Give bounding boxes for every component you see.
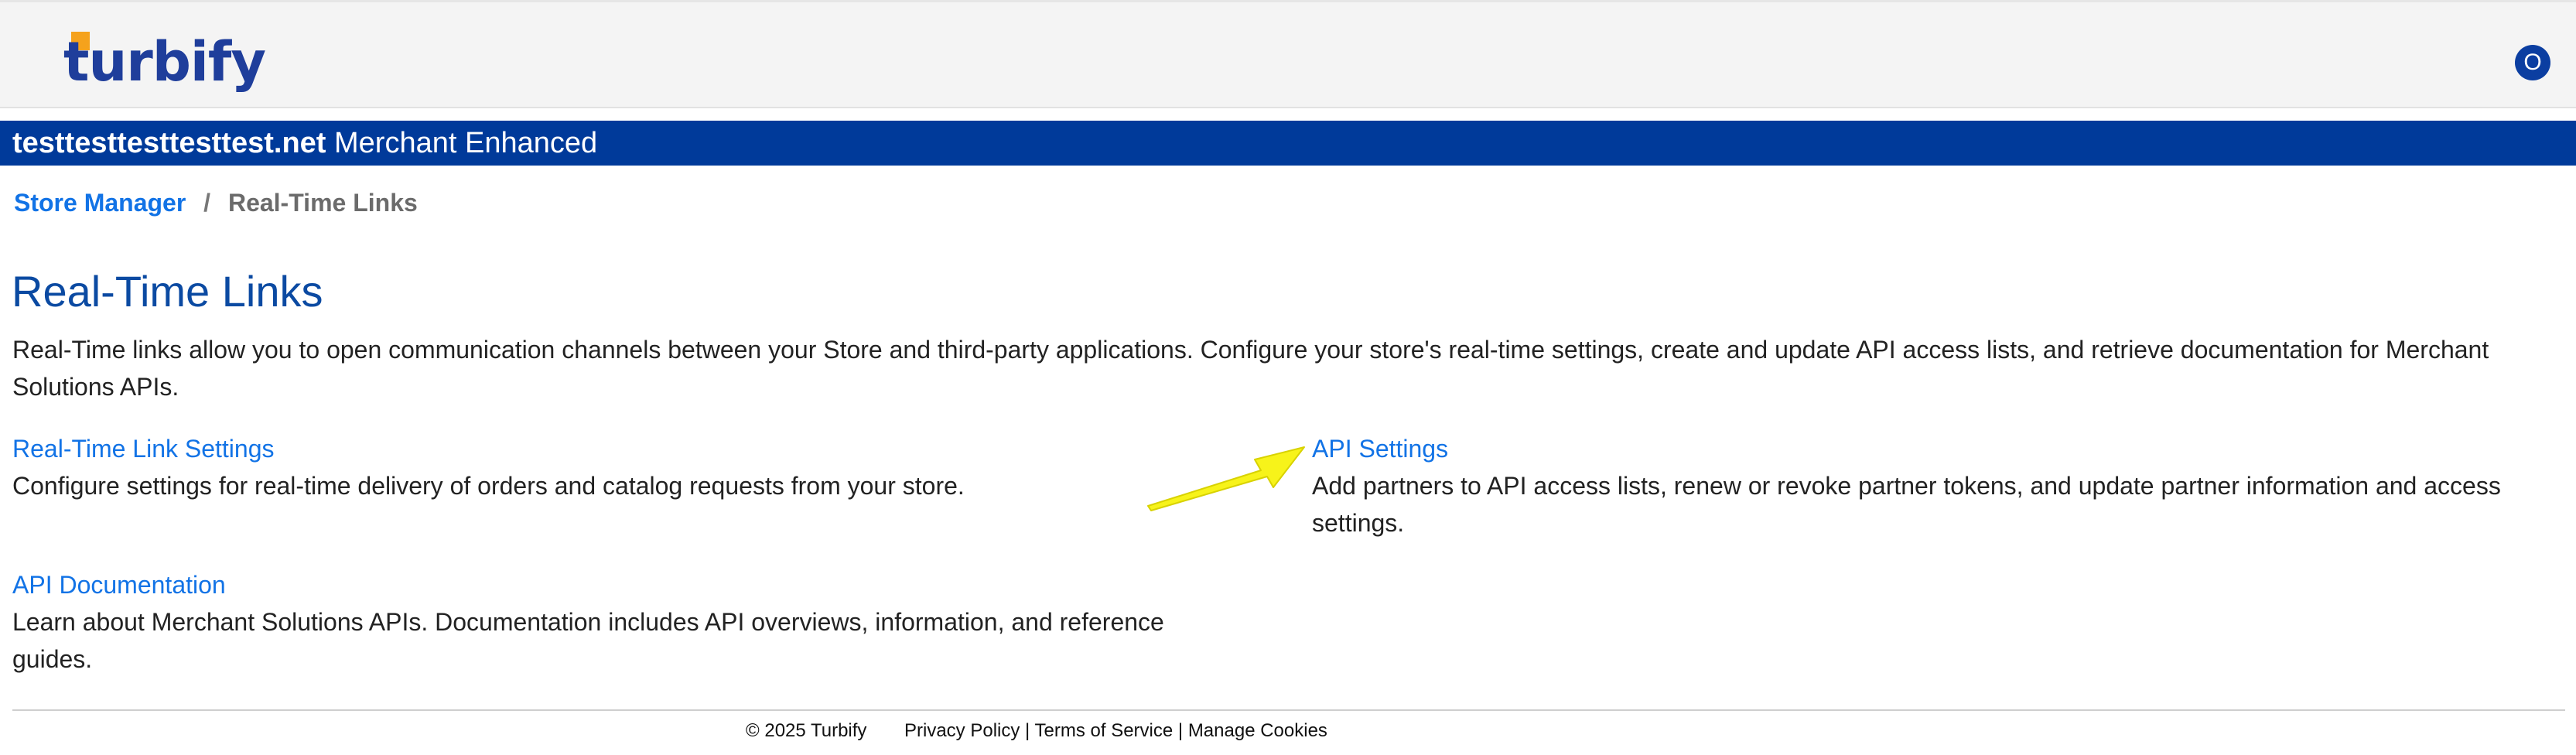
breadcrumb-current: Real-Time Links [227, 189, 418, 217]
privacy-policy-link[interactable]: Privacy Policy [904, 720, 1020, 741]
api-settings-link[interactable]: API Settings [1312, 430, 2550, 467]
store-banner: testtesttesttesttest.net Merchant Enhanc… [0, 121, 2576, 166]
realtime-link-settings-description: Configure settings for real-time deliver… [12, 472, 965, 500]
footer-copyright: © 2025 Turbify [746, 720, 867, 741]
store-plan: Merchant Enhanced [334, 127, 598, 159]
store-domain: testtesttesttesttest.net [12, 127, 326, 159]
footer-separator: | [1173, 720, 1188, 741]
page-intro: Real-Time links allow you to open commun… [12, 336, 2489, 401]
turbify-logo[interactable]: turbify [63, 30, 266, 94]
realtime-link-settings-link[interactable]: Real-Time Link Settings [12, 430, 1219, 467]
breadcrumb-store-manager-link[interactable]: Store Manager [14, 189, 186, 217]
breadcrumb-separator: / [203, 189, 211, 217]
api-settings-description: Add partners to API access lists, renew … [1312, 472, 2501, 537]
manage-cookies-link[interactable]: Manage Cookies [1188, 720, 1327, 741]
api-documentation-section: API Documentation Learn about Merchant S… [12, 566, 1219, 678]
footer-divider [12, 709, 2565, 711]
terms-of-service-link[interactable]: Terms of Service [1035, 720, 1174, 741]
footer-separator: | [1020, 720, 1035, 741]
user-avatar[interactable]: O [2515, 45, 2550, 80]
api-documentation-link[interactable]: API Documentation [12, 566, 1219, 603]
api-settings-section: API Settings Add partners to API access … [1312, 430, 2550, 541]
top-header: turbify O [0, 0, 2576, 108]
realtime-link-settings-section: Real-Time Link Settings Configure settin… [12, 430, 1219, 504]
api-documentation-description: Learn about Merchant Solutions APIs. Doc… [12, 608, 1164, 673]
footer-links: Privacy Policy | Terms of Service | Mana… [904, 718, 1327, 744]
logo-text: turbify [63, 30, 266, 94]
breadcrumb: Store Manager / Real-Time Links [14, 189, 418, 217]
page-title: Real-Time Links [12, 267, 323, 316]
arrow-pointer-icon [1147, 446, 1305, 511]
